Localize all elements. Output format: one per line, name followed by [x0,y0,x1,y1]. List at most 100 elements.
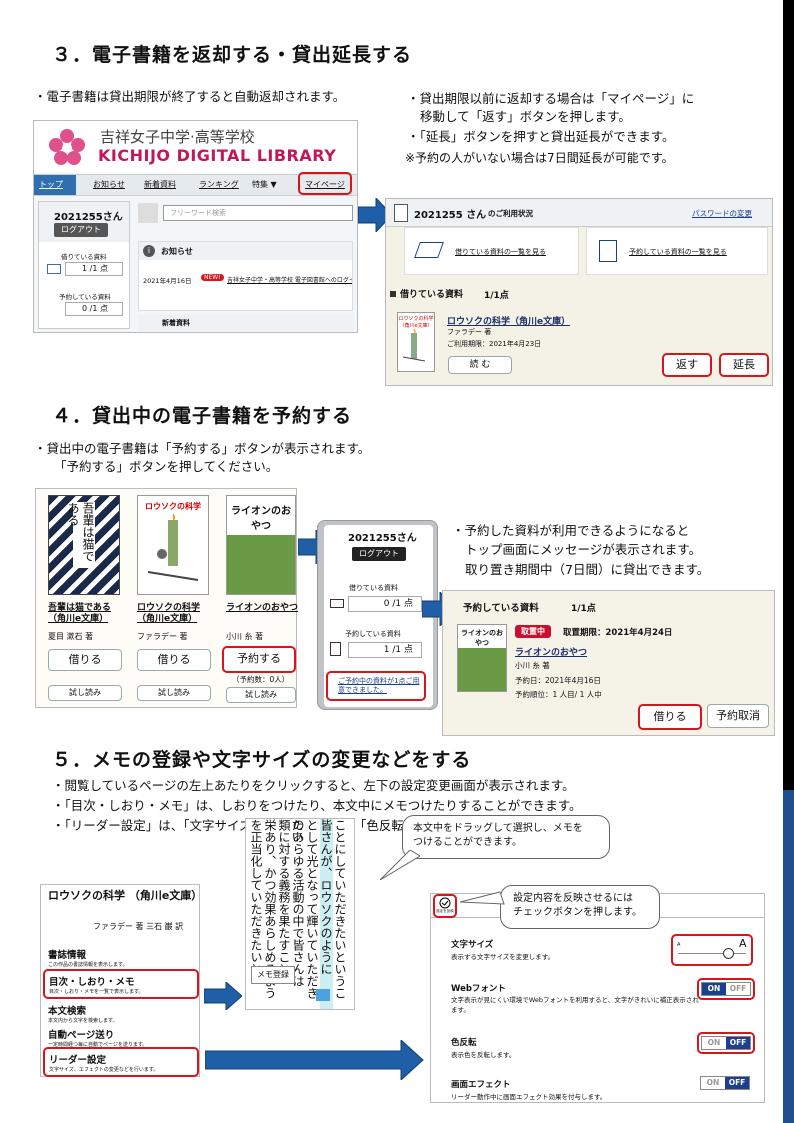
mp-book-title[interactable]: ロウソクの科学（角川e文庫） [447,314,570,327]
menu-book-title: ロウソクの科学 （角川e文庫） [48,889,203,902]
rs-book-title[interactable]: ライオンのおやつ [515,645,587,658]
mp-borrow-count: 1/1点 [484,291,509,301]
callout-memo: 本文中をドラッグして選択し、メモを つけることができます。 [402,815,610,859]
nav-mypage[interactable]: マイページ [305,179,345,190]
mp-user: 2021255 さん [414,210,487,221]
mp-link-borrowed[interactable]: 借りている資料の一覧を見る [455,247,546,257]
section4-note1: ・貸出中の電子書籍は「予約する」ボタンが表示されます。 [34,441,371,456]
rs-borrow-button[interactable]: 借りる [638,704,702,730]
setting-invert-desc: 表示色を反転します。 [451,1051,516,1059]
borrow-button-1[interactable]: 借りる [48,649,122,671]
menu-item-search[interactable]: 本文検索 本文内から文字を検索します。 [48,1003,118,1024]
setting-font-size-desc: 表示する文字サイズを変更します。 [451,953,555,961]
borrow-button-2[interactable]: 借りる [137,649,211,671]
section4-note-r1: ・予約した資料が利用できるようになると [452,523,690,538]
menu-item-reader-settings[interactable]: リーダー設定 文字サイズ、エフェクトの変更などを行います。 [43,1047,199,1077]
rs-order: 予約順位：1 人目/ 1 人中 [515,690,602,699]
nav-ranking[interactable]: ランキング [199,179,239,190]
mp-extend-button[interactable]: 延長 [719,353,769,377]
section5-note1: ・閲覧しているページの左上あたりをクリックすると、左下の設定変更画面が表示されま… [52,778,575,793]
mp-book-due: ご利用期限：2021年4月23日 [447,340,542,348]
news-badge: NEW! [201,274,224,281]
reserve-button[interactable]: 予約する [222,646,296,673]
nav-top[interactable]: トップ [39,179,63,190]
logout-button[interactable]: ログアウト [54,223,108,237]
books-icon [414,242,444,258]
memo-register-button[interactable]: メモ登録 [251,966,295,984]
setting-webfont-desc: 文字表示が見にくい環境でWebフォントを利用すると、文字がきれいに補正表示されま… [451,996,699,1014]
reader-menu: ロウソクの科学 （角川e文庫） ファラデー 著 三石 巌 訳 書誌情報 この作品… [40,884,203,1077]
news-box: i お知らせ 2021年4月16日 NEW! 吉祥女子中学・高等学校 電子図書館… [138,241,353,311]
side-ready-message[interactable]: ご予約中の資料が1点ご用意できました。 [326,671,426,701]
webfont-toggle[interactable]: ON OFF [697,978,755,1000]
book-cover-3: ライオンのおやつ [226,495,296,595]
callout-apply: 設定内容を反映させるには チェックボタンを押します。 [500,885,660,929]
mp-link-reserved[interactable]: 予約している資料の一覧を見る [629,247,727,257]
side-borrow-label: 借りている資料 [349,584,398,592]
book-title-2[interactable]: ロウソクの科学（角川e文庫） [137,603,217,625]
borrowing-label: 借りている資料 [61,253,107,261]
rs-badge: 取置中 [515,625,551,638]
nav-new[interactable]: 新着資料 [144,179,176,190]
news-title: お知らせ [161,247,193,256]
book-title-1[interactable]: 吾輩は猫である（角川e文庫） [48,603,128,625]
nav-feature[interactable]: 特集 ▼ [252,179,277,190]
user-name: 2021255さん [54,212,123,223]
rs-cancel-button[interactable]: 予約取消 [707,704,769,728]
side-user-panel: 2021255さん ログアウト 借りている資料 0 /1 点 予約している資料 … [317,520,438,710]
menu-item-bibliography[interactable]: 書誌情報 この作品の書誌情報を表示します。 [48,947,128,968]
mp-book-author: ファラデー 著 [447,328,492,336]
invert-toggle[interactable]: ON OFF [697,1032,755,1054]
new-arrivals-label: 新着資料 [162,319,190,327]
book-title-3[interactable]: ライオンのおやつ [226,603,300,614]
section3-title: ３．電子書籍を返却する・貸出延長する [52,44,413,66]
reserve-icon [330,642,341,656]
news-link[interactable]: 吉祥女子中学・高等学校 電子図書館へのログイン [227,275,352,284]
mp-password-link[interactable]: パスワードの変更 [692,208,752,219]
card-icon [394,204,408,222]
info-icon: i [143,245,155,257]
mp-link-card-2[interactable]: 予約している資料の一覧を見る [586,227,768,275]
reserve-icon [599,240,617,262]
library-top-screen: 吉祥女子中学·高等学校 KICHIJO DIGITAL LIBRARY トップ … [33,120,358,333]
side-reserve-label: 予約している資料 [345,630,401,638]
mp-return-button[interactable]: 返す [662,353,712,377]
section4-note-r3: 取り置き期間中（7日間）に貸出できます。 [465,562,710,577]
trial-button-2[interactable]: 試し読み [137,685,211,701]
section4-title: ４．貸出中の電子書籍を予約する [52,405,353,427]
reservation-screen: 予約している資料 1/1点 ライオンのおやつ 取置中 取置期限：2021年4月2… [442,590,775,736]
rs-count: 1/1点 [571,604,596,614]
section5-note2: ・「目次・しおり・メモ」は、しおりをつけたり、本文中にメモつけたりすることができ… [52,798,582,813]
mypage-screen: 2021255 さん のご利用状況 パスワードの変更 借りている資料の一覧を見る… [385,198,773,386]
apply-settings-button[interactable]: 設定を反映 [433,894,457,918]
side-logout-button[interactable]: ログアウト [352,547,406,561]
arrow-right-icon [204,982,242,1010]
library-header: 吉祥女子中学·高等学校 KICHIJO DIGITAL LIBRARY [34,121,357,173]
book-cover-1: 吾輩は猫である [48,495,120,595]
side-user: 2021255さん [348,533,417,544]
mp-read-button[interactable]: 読 む [448,356,512,374]
trial-button-1[interactable]: 試し読み [48,685,122,701]
rs-period: 取置期限：2021年4月24日 [563,628,673,638]
section4-note2: 「予約する」ボタンを押してください。 [54,459,279,474]
section3-note-left: ・電子書籍は貸出期限が終了すると自動返却されます。 [34,89,346,104]
menu-item-toc[interactable]: 目次・しおり・メモ 目次・しおり・メモを一覧で表示します。 [43,969,199,999]
trial-button-3[interactable]: 試し読み [226,687,296,703]
section3-note-r4: ※予約の人がいない場合は7日間延長が可能です。 [405,151,674,165]
book-author-3: 小川 糸 著 [226,632,264,641]
setting-effect-desc: リーダー動作中に画面エフェクト効果を付与します。 [451,1093,607,1101]
menu-item-autopage[interactable]: 自動ページ送り 一定時間経つ毎に自動でページを送ります。 [48,1027,147,1048]
search-input[interactable]: フリーワード検索 [163,205,353,221]
reserve-count: （予約数：0人） [232,675,290,684]
nav-news[interactable]: お知らせ [93,179,125,190]
selection-handle-icon[interactable] [316,989,330,1001]
book-icon [47,264,61,274]
rs-head: 予約している資料 [463,603,539,614]
font-size-slider[interactable]: A A [671,934,753,966]
mp-link-card-1[interactable]: 借りている資料の一覧を見る [404,227,579,275]
effect-toggle[interactable]: ON OFF [700,1076,750,1090]
book-list-panel: 吾輩は猫である 吾輩は猫である（角川e文庫） 夏目 漱石 著 借りる 試し読み … [35,488,300,708]
flower-logo-icon [46,127,88,167]
reader-text-panel: ことにしていただきたいというこ 皆さんが、ロウソクのように として光となって輝い… [245,818,355,1010]
rs-date: 予約日：2021年4月16日 [515,676,601,685]
